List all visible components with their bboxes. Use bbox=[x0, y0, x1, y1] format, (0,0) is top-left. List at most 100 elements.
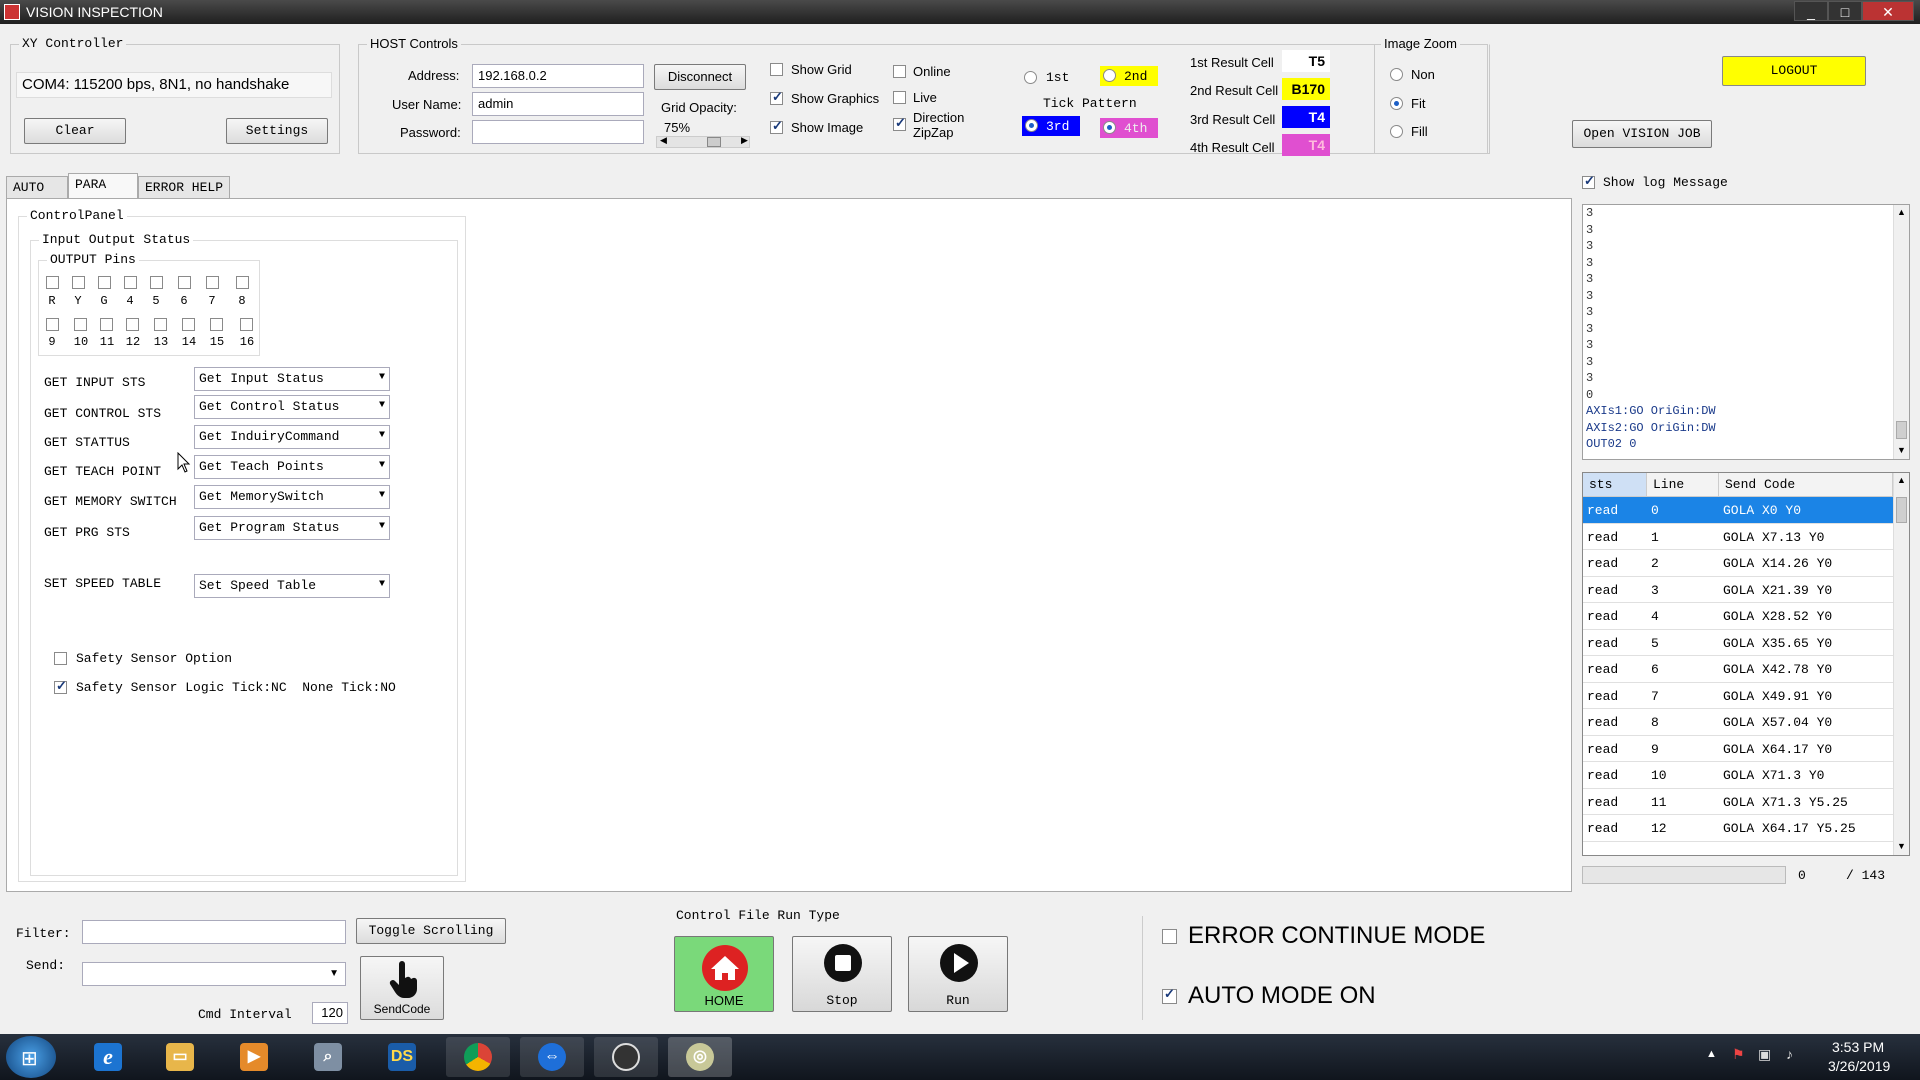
column-header-send-code[interactable]: Send Code bbox=[1719, 473, 1893, 497]
pin-4-checkbox[interactable] bbox=[124, 276, 137, 289]
clock-date[interactable]: 3/26/2019 bbox=[1828, 1058, 1890, 1074]
taskbar-obs[interactable] bbox=[594, 1037, 658, 1077]
chevron-down-icon[interactable]: ▼ bbox=[379, 460, 385, 471]
pin-15-checkbox[interactable] bbox=[210, 318, 223, 331]
username-input[interactable]: admin bbox=[472, 92, 644, 116]
sendcode-button[interactable]: SendCode bbox=[360, 956, 444, 1020]
password-input[interactable] bbox=[472, 120, 644, 144]
pin-11-checkbox[interactable] bbox=[100, 318, 113, 331]
clear-button[interactable]: Clear bbox=[24, 118, 126, 144]
tick-3rd-option[interactable]: 3rd bbox=[1022, 116, 1080, 136]
tick-4th-option[interactable]: 4th bbox=[1100, 118, 1158, 138]
pin-g-checkbox[interactable] bbox=[98, 276, 111, 289]
scroll-up-icon[interactable]: ▲ bbox=[1897, 207, 1906, 217]
direction-zipzap-checkbox[interactable] bbox=[893, 115, 906, 131]
get-input-status-combo[interactable]: Get Input Status ▼ bbox=[194, 367, 390, 391]
slider-left-arrow-icon[interactable]: ◀ bbox=[660, 135, 667, 146]
table-row[interactable]: read 0 GOLA X0 Y0 bbox=[1583, 497, 1893, 524]
disconnect-button[interactable]: Disconnect bbox=[654, 64, 746, 90]
taskbar-chrome[interactable] bbox=[446, 1037, 510, 1077]
table-row[interactable]: read 11 GOLA X71.3 Y5.25 bbox=[1583, 789, 1893, 815]
filter-input[interactable] bbox=[82, 920, 346, 944]
grid-opacity-slider[interactable]: ◀ ▶ bbox=[656, 135, 750, 148]
pin-10-checkbox[interactable] bbox=[74, 318, 87, 331]
live-checkbox[interactable] bbox=[893, 91, 906, 104]
column-header-line[interactable]: Line bbox=[1647, 473, 1719, 497]
zoom-fit-radio[interactable] bbox=[1390, 97, 1403, 110]
pin-9-checkbox[interactable] bbox=[46, 318, 59, 331]
table-row[interactable]: read 12 GOLA X64.17 Y5.25 bbox=[1583, 815, 1893, 842]
table-row[interactable]: read 5 GOLA X35.65 Y0 bbox=[1583, 630, 1893, 656]
table-row[interactable]: read 9 GOLA X64.17 Y0 bbox=[1583, 736, 1893, 762]
tick-2nd-option[interactable]: 2nd bbox=[1100, 66, 1158, 86]
cmd-interval-input[interactable]: 120 bbox=[312, 1002, 348, 1024]
pin-y-checkbox[interactable] bbox=[72, 276, 85, 289]
action-center-flag-icon[interactable]: ⚑ bbox=[1732, 1046, 1745, 1063]
chevron-down-icon[interactable]: ▼ bbox=[329, 968, 339, 979]
get-control-status-combo[interactable]: Get Control Status ▼ bbox=[194, 395, 390, 419]
table-row[interactable]: read 2 GOLA X14.26 Y0 bbox=[1583, 550, 1893, 577]
tab-error-help[interactable]: ERROR HELP bbox=[138, 176, 230, 198]
slider-thumb[interactable] bbox=[707, 137, 721, 147]
pin-13-checkbox[interactable] bbox=[154, 318, 167, 331]
pin-14-checkbox[interactable] bbox=[182, 318, 195, 331]
chevron-down-icon[interactable]: ▼ bbox=[379, 521, 385, 532]
settings-button[interactable]: Settings bbox=[226, 118, 328, 144]
log-message-panel[interactable]: 3 3 3 3 3 3 3 3 3 3 3 0 AXIs1:GO OriGin:… bbox=[1582, 204, 1910, 460]
taskbar-ds[interactable]: DS bbox=[370, 1037, 434, 1077]
safety-sensor-logic-checkbox[interactable] bbox=[54, 678, 67, 694]
table-row[interactable]: read 3 GOLA X21.39 Y0 bbox=[1583, 577, 1893, 603]
zoom-non-radio[interactable] bbox=[1390, 68, 1403, 81]
clock-time[interactable]: 3:53 PM bbox=[1832, 1039, 1884, 1055]
tick-4th-radio[interactable] bbox=[1103, 121, 1116, 134]
column-header-sts[interactable]: sts bbox=[1583, 473, 1647, 497]
error-continue-mode-checkbox[interactable] bbox=[1162, 929, 1177, 944]
zoom-fill-radio[interactable] bbox=[1390, 125, 1403, 138]
taskbar-media[interactable]: ▶ bbox=[222, 1037, 286, 1077]
show-image-checkbox[interactable] bbox=[770, 118, 783, 134]
taskbar-vision-inspection[interactable]: ◎ bbox=[668, 1037, 732, 1077]
scroll-up-icon[interactable]: ▲ bbox=[1897, 475, 1906, 485]
table-row[interactable]: read 4 GOLA X28.52 Y0 bbox=[1583, 603, 1893, 630]
tick-2nd-radio[interactable] bbox=[1103, 69, 1116, 82]
tick-1st-radio[interactable] bbox=[1024, 71, 1037, 84]
get-program-status-combo[interactable]: Get Program Status ▼ bbox=[194, 516, 390, 540]
pin-6-checkbox[interactable] bbox=[178, 276, 191, 289]
table-row[interactable]: read 6 GOLA X42.78 Y0 bbox=[1583, 656, 1893, 683]
pin-r-checkbox[interactable] bbox=[46, 276, 59, 289]
online-checkbox[interactable] bbox=[893, 65, 906, 78]
show-graphics-checkbox[interactable] bbox=[770, 89, 783, 105]
table-row[interactable]: read 10 GOLA X71.3 Y0 bbox=[1583, 762, 1893, 789]
log-scroll-thumb[interactable] bbox=[1896, 421, 1907, 439]
get-memory-switch-combo[interactable]: Get MemorySwitch ▼ bbox=[194, 485, 390, 509]
taskbar-ie[interactable]: e bbox=[76, 1037, 140, 1077]
taskbar-explorer[interactable]: ▭ bbox=[148, 1037, 212, 1077]
get-inquiry-command-combo[interactable]: Get InduiryCommand ▼ bbox=[194, 425, 390, 449]
run-button[interactable]: Run bbox=[908, 936, 1008, 1012]
send-combo[interactable]: ▼ bbox=[82, 962, 346, 986]
start-button[interactable]: ⊞ bbox=[6, 1036, 56, 1078]
scroll-down-icon[interactable]: ▼ bbox=[1897, 445, 1906, 455]
address-input[interactable]: 192.168.0.2 bbox=[472, 64, 644, 88]
table-row[interactable]: read 1 GOLA X7.13 Y0 bbox=[1583, 524, 1893, 550]
pin-16-checkbox[interactable] bbox=[240, 318, 253, 331]
tick-3rd-radio[interactable] bbox=[1025, 119, 1038, 132]
pin-7-checkbox[interactable] bbox=[206, 276, 219, 289]
set-speed-table-combo[interactable]: Set Speed Table ▼ bbox=[194, 574, 390, 598]
send-code-table[interactable]: sts Line Send Code read 0 GOLA X0 Y0 read 1… bbox=[1582, 472, 1910, 856]
show-grid-checkbox[interactable] bbox=[770, 63, 783, 76]
tab-para[interactable]: PARA bbox=[68, 173, 138, 199]
log-scrollbar[interactable]: ▲ ▼ bbox=[1893, 205, 1909, 459]
pin-12-checkbox[interactable] bbox=[126, 318, 139, 331]
safety-sensor-option-checkbox[interactable] bbox=[54, 652, 67, 665]
chevron-down-icon[interactable]: ▼ bbox=[379, 490, 385, 501]
network-icon[interactable]: ▣ bbox=[1758, 1046, 1771, 1063]
chevron-down-icon[interactable]: ▼ bbox=[379, 400, 385, 411]
logout-button[interactable]: LOGOUT bbox=[1722, 56, 1866, 86]
toggle-scrolling-button[interactable]: Toggle Scrolling bbox=[356, 918, 506, 944]
table-row[interactable]: read 8 GOLA X57.04 Y0 bbox=[1583, 709, 1893, 736]
tray-expand-icon[interactable]: ▲ bbox=[1706, 1048, 1717, 1060]
pin-5-checkbox[interactable] bbox=[150, 276, 163, 289]
show-log-checkbox[interactable] bbox=[1582, 173, 1595, 189]
pin-8-checkbox[interactable] bbox=[236, 276, 249, 289]
